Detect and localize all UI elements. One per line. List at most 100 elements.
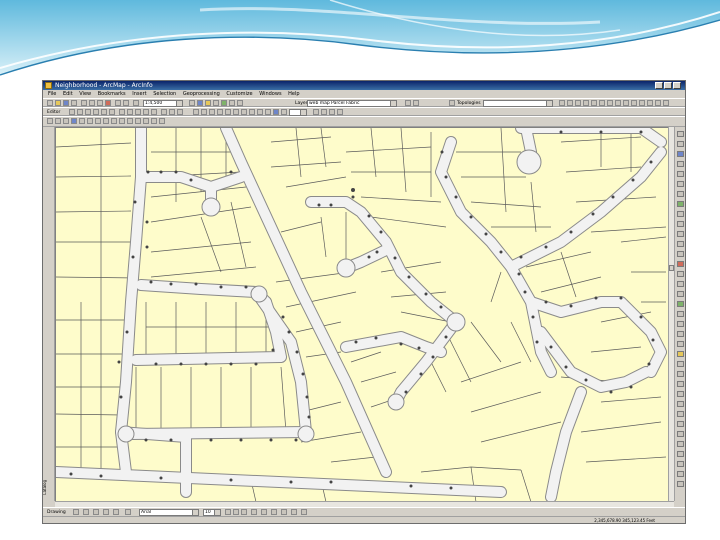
menu-file[interactable]: File <box>48 90 56 98</box>
fabric-tool7-icon[interactable] <box>241 109 247 115</box>
find-icon[interactable] <box>143 118 149 124</box>
italic-icon[interactable] <box>233 509 239 515</box>
menu-view[interactable]: View <box>79 90 91 98</box>
sketch-properties-icon[interactable] <box>169 109 175 115</box>
topo-tool11-icon[interactable] <box>639 100 645 106</box>
picture-icon[interactable] <box>677 461 684 467</box>
topo-tool8-icon[interactable] <box>615 100 621 106</box>
topo-tool9-icon[interactable] <box>623 100 629 106</box>
edit-vertices-icon[interactable] <box>119 109 125 115</box>
arctoolbox-icon[interactable] <box>221 100 227 106</box>
line-style-icon[interactable] <box>301 509 307 515</box>
pan-icon[interactable] <box>63 118 69 124</box>
toc-icon[interactable] <box>197 100 203 106</box>
magnifier-plus-icon[interactable] <box>677 171 684 177</box>
fill-color-icon[interactable] <box>261 509 267 515</box>
topo-tool4-icon[interactable] <box>583 100 589 106</box>
layer-tool-icon[interactable] <box>405 100 411 106</box>
line-color-icon[interactable] <box>271 509 277 515</box>
new-icon[interactable] <box>47 100 53 106</box>
text-icon[interactable] <box>677 451 684 457</box>
scale-bar-icon[interactable] <box>677 441 684 447</box>
end-point-arc-icon[interactable] <box>93 109 99 115</box>
topology-icon[interactable] <box>449 100 455 106</box>
font-size-combobox[interactable]: 10 <box>203 509 221 516</box>
draw-tool-icon[interactable] <box>125 509 131 515</box>
catalog-icon[interactable] <box>205 100 211 106</box>
target-icon[interactable] <box>677 321 684 327</box>
star-icon[interactable] <box>677 351 684 357</box>
fixed-zoom-in-icon[interactable] <box>79 118 85 124</box>
snap-icon[interactable] <box>677 371 684 377</box>
python-icon[interactable] <box>229 100 235 106</box>
close-button[interactable] <box>673 82 681 89</box>
back-icon[interactable] <box>95 118 101 124</box>
fabric-tool16-icon[interactable] <box>337 109 343 115</box>
topo-tool3-icon[interactable] <box>575 100 581 106</box>
menu-bookmarks[interactable]: Bookmarks <box>98 90 126 98</box>
topo-tool5-icon[interactable] <box>591 100 597 106</box>
binoculars-icon[interactable] <box>677 241 684 247</box>
lightning-icon[interactable] <box>677 261 684 267</box>
rotate-draw-icon[interactable] <box>83 509 89 515</box>
fabric-tool11-icon[interactable] <box>273 109 279 115</box>
full-extent-icon[interactable] <box>71 118 77 124</box>
pan-hand-icon[interactable] <box>677 191 684 197</box>
save-icon[interactable] <box>63 100 69 106</box>
delete-icon[interactable] <box>105 100 111 106</box>
zoom-in-icon[interactable] <box>47 118 53 124</box>
edit-tool-icon[interactable] <box>69 109 75 115</box>
north-arrow-icon[interactable] <box>677 431 684 437</box>
topo-tool10-icon[interactable] <box>631 100 637 106</box>
globe-icon[interactable] <box>677 201 684 207</box>
grid-icon[interactable] <box>677 381 684 387</box>
font-combobox[interactable]: Arial <box>139 509 199 516</box>
reshape-icon[interactable] <box>127 109 133 115</box>
edit-annotation-icon[interactable] <box>77 109 83 115</box>
measure-icon[interactable] <box>151 118 157 124</box>
shadow-icon[interactable] <box>291 509 297 515</box>
topo-tool7-icon[interactable] <box>607 100 613 106</box>
layer-icon[interactable] <box>677 151 684 157</box>
menu-help[interactable]: Help <box>288 90 299 98</box>
rotate-icon[interactable] <box>151 109 157 115</box>
menu-insert[interactable]: Insert <box>132 90 146 98</box>
underline-icon[interactable] <box>241 509 247 515</box>
clear-selection-icon[interactable] <box>119 118 125 124</box>
editor-toolbar-icon[interactable] <box>189 100 195 106</box>
arrow-right-icon[interactable] <box>677 221 684 227</box>
topo-tool14-icon[interactable] <box>663 100 669 106</box>
vertex-icon[interactable] <box>677 291 684 297</box>
report-icon[interactable] <box>677 411 684 417</box>
fabric-tool14-icon[interactable] <box>321 109 327 115</box>
topo-tool6-icon[interactable] <box>599 100 605 106</box>
circle-icon[interactable] <box>677 361 684 367</box>
fixed-zoom-out-icon[interactable] <box>87 118 93 124</box>
modelbuilder-icon[interactable] <box>237 100 243 106</box>
point-icon[interactable] <box>109 109 115 115</box>
print-icon[interactable] <box>71 100 77 106</box>
triangle-icon[interactable] <box>677 311 684 317</box>
zoom-selected-icon[interactable] <box>93 509 99 515</box>
fabric-tool9-icon[interactable] <box>257 109 263 115</box>
add-data-icon[interactable] <box>133 100 139 106</box>
fabric-combobox[interactable] <box>289 109 307 116</box>
select-elements-icon[interactable] <box>127 118 133 124</box>
select-features-icon[interactable] <box>111 118 117 124</box>
menu-windows[interactable]: Windows <box>259 90 281 98</box>
fabric-tool4-icon[interactable] <box>217 109 223 115</box>
fabric-tool3-icon[interactable] <box>209 109 215 115</box>
table-icon[interactable] <box>677 391 684 397</box>
menu-customize[interactable]: Customize <box>226 90 252 98</box>
fabric-tool6-icon[interactable] <box>233 109 239 115</box>
page-icon[interactable] <box>677 481 684 487</box>
edit-pointer-icon[interactable] <box>677 141 684 147</box>
straight-segment-icon[interactable] <box>85 109 91 115</box>
legend-icon[interactable] <box>677 421 684 427</box>
paste-icon[interactable] <box>97 100 103 106</box>
create-features-icon[interactable] <box>177 109 183 115</box>
forward-icon[interactable] <box>103 118 109 124</box>
split-icon[interactable] <box>143 109 149 115</box>
menu-edit[interactable]: Edit <box>63 90 73 98</box>
polygon-icon[interactable] <box>677 341 684 347</box>
